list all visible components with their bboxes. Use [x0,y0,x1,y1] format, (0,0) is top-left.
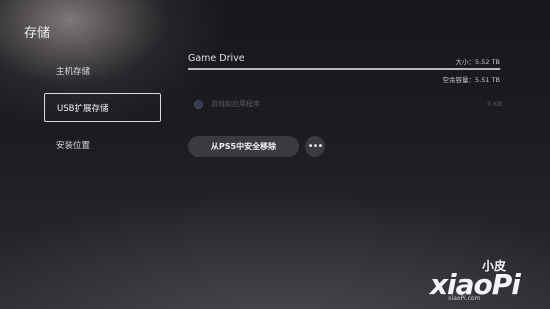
storage-usage-bar [188,68,501,70]
games-apps-size: 0 KB [487,100,502,108]
sidebar-item-label: 主机存储 [56,66,91,77]
watermark-logo: 小皮 xiaoPi xiaoPi.com [430,257,542,303]
safely-remove-label: 从PS5中安全移除 [210,142,277,151]
radio-dot-icon [194,99,203,109]
watermark-domain: xiaoPi.com [448,295,481,302]
ellipsis-icon: ••• [307,141,324,152]
page-title: 存储 [24,26,51,41]
storage-usage-fill [188,68,501,70]
sidebar-item-label: USB扩展存储 [57,103,109,114]
drive-name: Game Drive [188,53,245,64]
sidebar-nav: 主机存储 USB扩展存储 安装位置 [44,56,161,167]
games-apps-option: 游戏和应用程序 0 KB [194,97,502,111]
sidebar-item-console-storage[interactable]: 主机存储 [44,56,161,85]
more-options-button[interactable]: ••• [305,136,325,157]
safely-remove-button[interactable]: 从PS5中安全移除 [188,136,299,157]
games-apps-label: 游戏和应用程序 [211,100,260,108]
sidebar-item-usb-extended-storage[interactable]: USB扩展存储 [44,93,161,122]
sidebar-item-install-location[interactable]: 安装位置 [44,130,161,159]
drive-size-label: 大小：5.52 TB [455,58,500,66]
sidebar-item-label: 安装位置 [56,140,91,151]
drive-free-space-label: 空余容量：5.51 TB [442,76,500,84]
